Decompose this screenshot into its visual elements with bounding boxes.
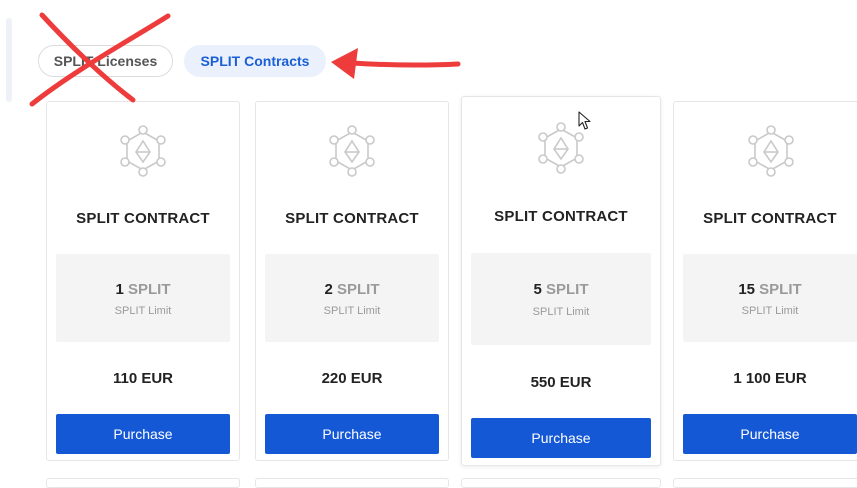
purchase-button[interactable]: Purchase	[683, 414, 857, 454]
limit-number: 5	[533, 281, 541, 298]
card-title: SPLIT CONTRACT	[674, 210, 857, 227]
card-price: 220 EUR	[256, 370, 448, 387]
next-row-card	[255, 478, 449, 488]
next-row-card	[46, 478, 240, 488]
purchase-button[interactable]: Purchase	[265, 414, 439, 454]
limit-value: 1 SPLIT	[56, 281, 230, 298]
limit-number: 15	[738, 281, 755, 298]
limit-box: 5 SPLIT SPLIT Limit	[471, 253, 651, 345]
product-card: SPLIT CONTRACT 2 SPLIT SPLIT Limit 220 E…	[255, 101, 449, 461]
card-title: SPLIT CONTRACT	[462, 208, 660, 225]
limit-value: 15 SPLIT	[683, 281, 857, 298]
limit-box: 15 SPLIT SPLIT Limit	[683, 254, 857, 342]
limit-box: 2 SPLIT SPLIT Limit	[265, 254, 439, 342]
card-price: 1 100 EUR	[674, 370, 857, 387]
ethereum-network-icon	[744, 124, 798, 178]
mouse-pointer-icon	[578, 111, 592, 131]
limit-number: 1	[115, 281, 123, 298]
limit-unit: SPLIT	[337, 281, 380, 298]
next-row-card	[673, 478, 857, 488]
limit-unit: SPLIT	[128, 281, 171, 298]
ethereum-network-icon	[325, 124, 379, 178]
limit-label: SPLIT Limit	[56, 305, 230, 317]
limit-value: 2 SPLIT	[265, 281, 439, 298]
product-card: SPLIT CONTRACT 5 SPLIT SPLIT Limit 550 E…	[461, 96, 661, 466]
limit-label: SPLIT Limit	[471, 306, 651, 318]
ethereum-network-icon	[116, 124, 170, 178]
limit-box: 1 SPLIT SPLIT Limit	[56, 254, 230, 342]
tab-label: SPLIT Contracts	[201, 53, 310, 69]
tab-split-licenses[interactable]: SPLIT Licenses	[38, 45, 173, 77]
purchase-button[interactable]: Purchase	[56, 414, 230, 454]
tab-label: SPLIT Licenses	[54, 53, 157, 69]
limit-label: SPLIT Limit	[683, 305, 857, 317]
next-row-card	[461, 478, 661, 488]
card-price: 550 EUR	[462, 374, 660, 391]
red-arrow-annotation	[331, 48, 458, 79]
card-price: 110 EUR	[47, 370, 239, 387]
purchase-button[interactable]: Purchase	[471, 418, 651, 458]
limit-number: 2	[324, 281, 332, 298]
limit-unit: SPLIT	[759, 281, 802, 298]
product-card: SPLIT CONTRACT 1 SPLIT SPLIT Limit 110 E…	[46, 101, 240, 461]
limit-label: SPLIT Limit	[265, 305, 439, 317]
card-title: SPLIT CONTRACT	[256, 210, 448, 227]
sidebar-edge	[6, 18, 12, 102]
card-title: SPLIT CONTRACT	[47, 210, 239, 227]
limit-value: 5 SPLIT	[471, 281, 651, 298]
product-card: SPLIT CONTRACT 15 SPLIT SPLIT Limit 1 10…	[673, 101, 857, 461]
limit-unit: SPLIT	[546, 281, 589, 298]
tab-split-contracts[interactable]: SPLIT Contracts	[184, 45, 326, 77]
